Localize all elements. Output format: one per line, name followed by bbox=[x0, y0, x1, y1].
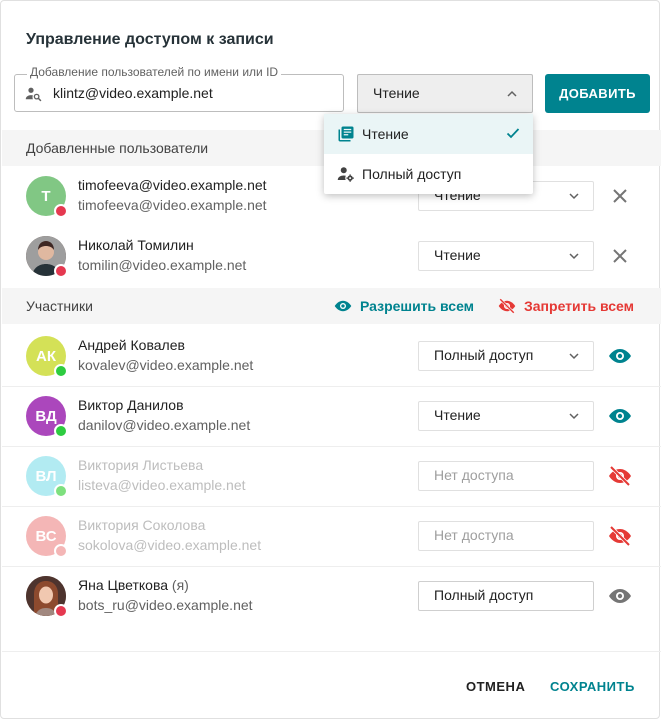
deny-all-button[interactable]: Запретить всем bbox=[498, 297, 634, 315]
library-books-icon bbox=[338, 126, 354, 142]
user-email: listeva@video.example.net bbox=[78, 477, 246, 493]
status-dot bbox=[54, 484, 68, 498]
user-email: danilov@video.example.net bbox=[78, 417, 251, 433]
user-name: timofeeva@video.example.net bbox=[78, 177, 267, 193]
user-role-value: Полный доступ bbox=[434, 347, 534, 363]
menu-item-full-access[interactable]: Полный доступ bbox=[324, 154, 533, 194]
user-name: Яна Цветкова bbox=[78, 577, 169, 593]
menu-item-read[interactable]: Чтение bbox=[324, 114, 533, 154]
check-icon bbox=[506, 128, 520, 139]
role-select-value: Чтение bbox=[373, 85, 420, 101]
person-search-icon bbox=[25, 87, 42, 102]
user-role-value: Нет доступа bbox=[434, 467, 514, 483]
chevron-down-icon bbox=[569, 413, 579, 420]
user-role-value: Чтение bbox=[434, 247, 481, 263]
status-dot bbox=[54, 604, 68, 618]
user-name: Виктория Соколова bbox=[78, 517, 206, 533]
user-name: Андрей Ковалев bbox=[78, 337, 185, 353]
menu-item-label: Чтение bbox=[362, 126, 409, 142]
user-name: Виктория Листьева bbox=[78, 457, 204, 473]
eye-off-icon[interactable] bbox=[608, 524, 632, 548]
status-dot bbox=[54, 544, 68, 558]
participant-row: ВЛ Виктория Листьева listeva@video.examp… bbox=[1, 446, 661, 506]
user-email: tomilin@video.example.net bbox=[78, 257, 247, 273]
participants-title: Участники bbox=[26, 298, 93, 314]
user-role-value: Полный доступ bbox=[434, 587, 534, 603]
chevron-down-icon bbox=[569, 253, 579, 260]
added-user-row: Николай Томилин tomilin@video.example.ne… bbox=[1, 226, 661, 286]
menu-item-label: Полный доступ bbox=[362, 166, 462, 182]
cancel-button[interactable]: ОТМЕНА bbox=[466, 679, 525, 694]
eye-off-icon[interactable] bbox=[608, 464, 632, 488]
participant-row: АК Андрей Ковалев kovalev@video.example.… bbox=[1, 326, 661, 386]
eye-icon bbox=[334, 300, 352, 312]
eye-icon[interactable] bbox=[608, 344, 632, 368]
participant-row: ВД Виктор Данилов danilov@video.example.… bbox=[1, 386, 661, 446]
user-email: kovalev@video.example.net bbox=[78, 357, 254, 373]
remove-user-close-icon[interactable] bbox=[608, 184, 632, 208]
user-role-value: Чтение bbox=[434, 407, 481, 423]
status-dot bbox=[54, 424, 68, 438]
participant-row: ВС Виктория Соколова sokolova@video.exam… bbox=[1, 506, 661, 566]
eye-off-icon bbox=[498, 298, 516, 314]
person-gear-icon bbox=[337, 167, 354, 182]
status-dot bbox=[54, 364, 68, 378]
user-name: Николай Томилин bbox=[78, 237, 194, 253]
user-name-wrap: Яна Цветкова (я) bbox=[78, 577, 189, 593]
chevron-down-icon bbox=[569, 193, 579, 200]
user-email: sokolova@video.example.net bbox=[78, 537, 262, 553]
access-dialog: Управление доступом к записи Добавление … bbox=[0, 0, 661, 719]
remove-user-close-icon[interactable] bbox=[608, 244, 632, 268]
status-dot bbox=[54, 264, 68, 278]
footer-divider bbox=[2, 651, 661, 652]
allow-all-label: Разрешить всем bbox=[360, 298, 475, 314]
save-button[interactable]: СОХРАНИТЬ bbox=[550, 679, 635, 694]
role-dropdown-menu: Чтение Полный доступ bbox=[324, 114, 533, 194]
participant-row: Яна Цветкова (я) bots_ru@video.example.n… bbox=[1, 566, 661, 626]
user-role-value: Нет доступа bbox=[434, 527, 514, 543]
eye-icon bbox=[609, 589, 631, 603]
user-email: timofeeva@video.example.net bbox=[78, 197, 267, 213]
eye-icon[interactable] bbox=[608, 404, 632, 428]
add-button[interactable]: ДОБАВИТЬ bbox=[545, 74, 650, 113]
chevron-down-icon bbox=[569, 353, 579, 360]
status-dot bbox=[54, 204, 68, 218]
dialog-title: Управление доступом к записи bbox=[26, 31, 274, 48]
added-users-title: Добавленные пользователи bbox=[26, 140, 209, 156]
user-search-label: Добавление пользователей по имени или ID bbox=[27, 65, 282, 79]
allow-all-button[interactable]: Разрешить всем bbox=[334, 297, 474, 315]
user-email: bots_ru@video.example.net bbox=[78, 597, 253, 613]
user-search-input[interactable]: klintz@video.example.net bbox=[53, 85, 213, 101]
user-name: Виктор Данилов bbox=[78, 397, 184, 413]
deny-all-label: Запретить всем bbox=[524, 298, 634, 314]
self-marker: (я) bbox=[171, 577, 189, 593]
chevron-up-icon bbox=[507, 90, 517, 97]
